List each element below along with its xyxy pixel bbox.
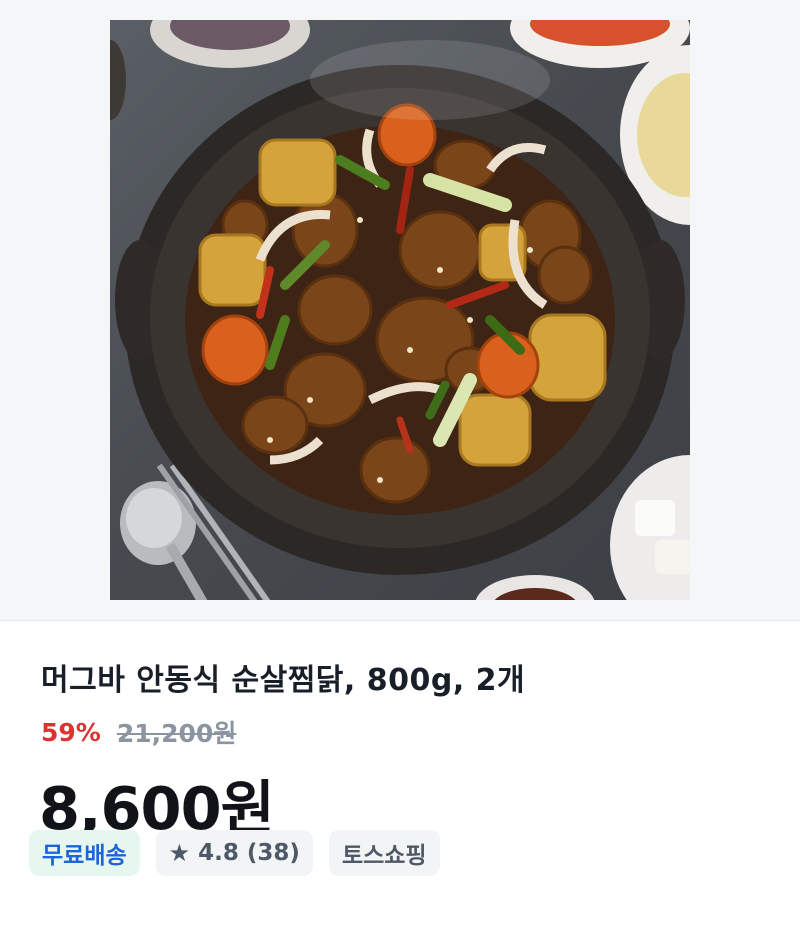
store-badge[interactable]: 토스쇼핑	[328, 830, 440, 876]
original-price: 21,200원	[116, 719, 237, 748]
badge-row: 무료배송 ★ 4.8 (38) 토스쇼핑	[29, 830, 440, 876]
free-shipping-badge: 무료배송	[29, 830, 140, 876]
rating-value: 4.8 (38)	[198, 840, 300, 866]
product-photo[interactable]	[110, 20, 690, 600]
free-shipping-label: 무료배송	[42, 843, 127, 869]
store-label: 토스쇼핑	[341, 843, 427, 869]
price-discount-row: 59% 21,200원	[41, 716, 237, 749]
star-icon: ★	[168, 839, 191, 867]
rating-badge[interactable]: ★ 4.8 (38)	[155, 830, 313, 876]
jjimdak-illustration	[110, 20, 690, 600]
product-title[interactable]: 머그바 안동식 순살찜닭, 800g, 2개	[41, 655, 525, 699]
discount-rate: 59%	[41, 717, 101, 747]
product-image-area	[0, 0, 800, 621]
